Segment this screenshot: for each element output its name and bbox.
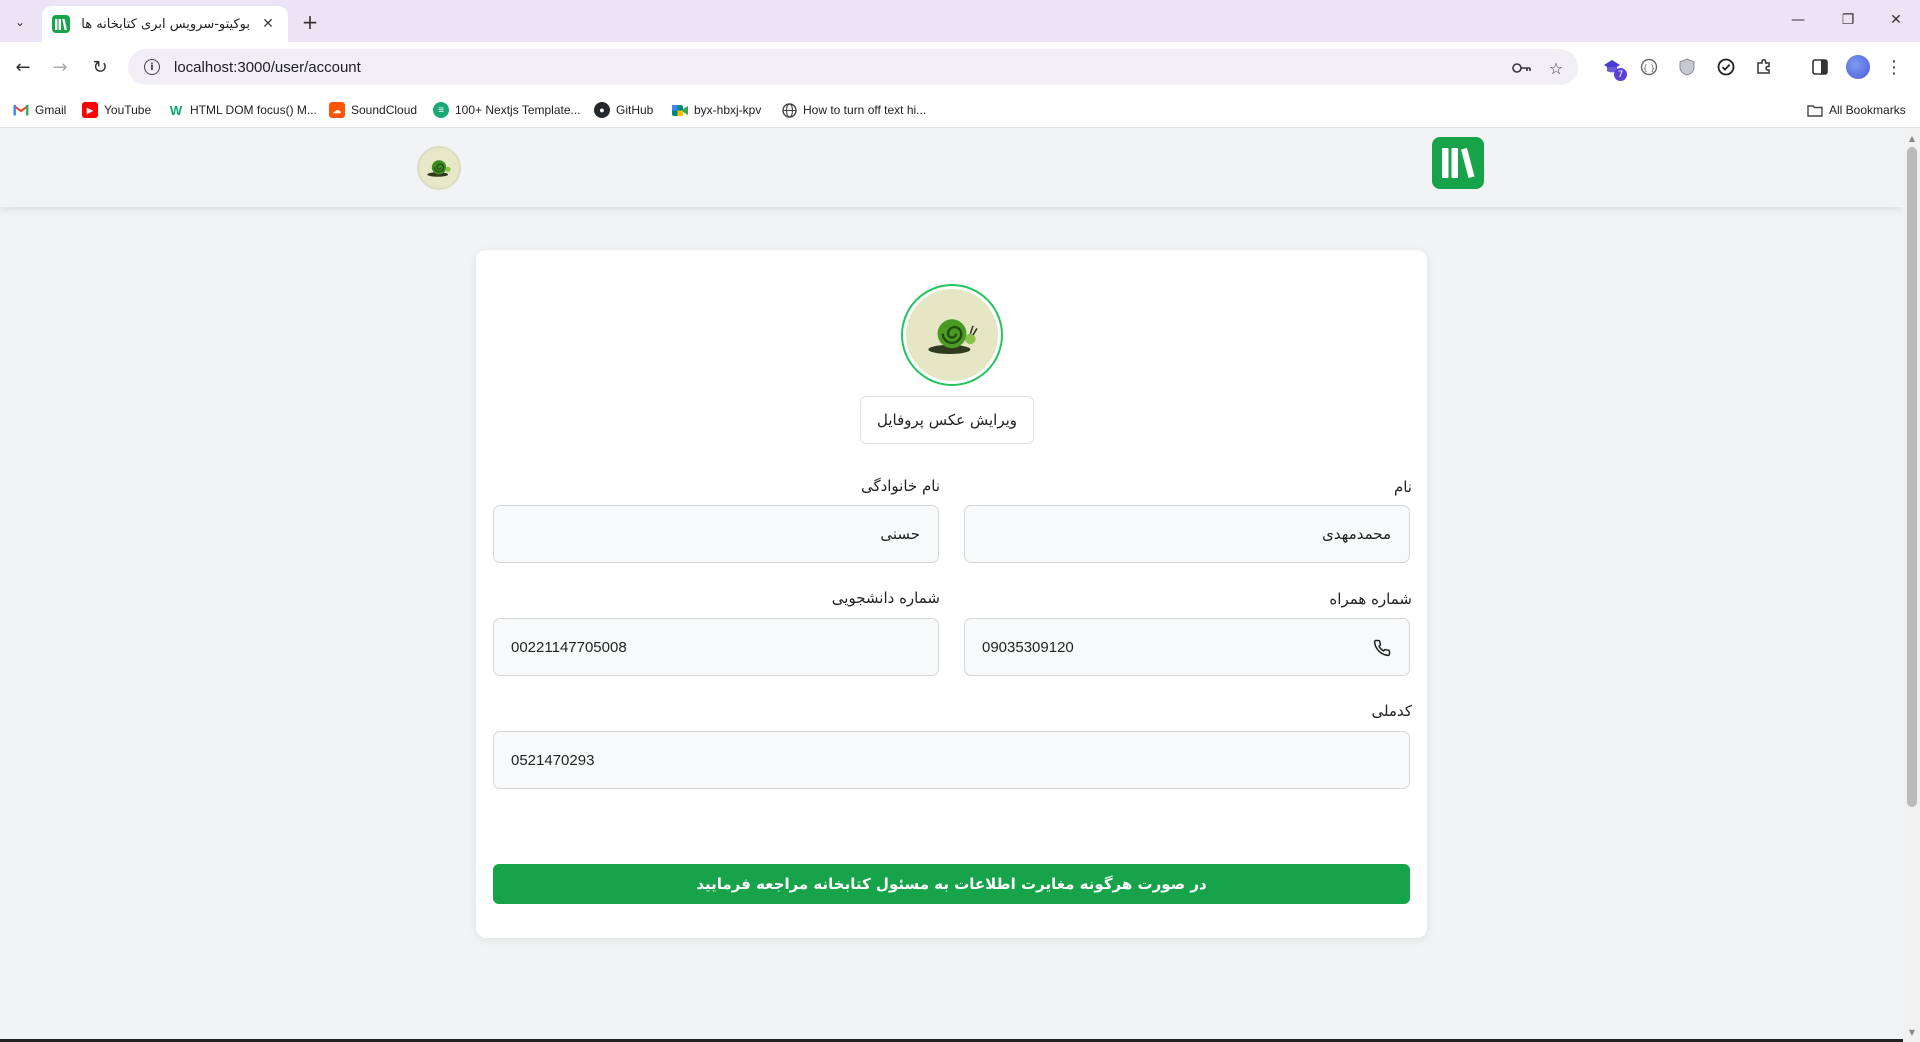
all-bookmarks[interactable]: All Bookmarks — [1807, 101, 1906, 119]
site-header — [0, 129, 1903, 207]
code-extension-icon[interactable]: { } — [1637, 55, 1661, 79]
bookmark-label: How to turn off text hi... — [803, 103, 927, 117]
shield-extension-icon[interactable] — [1675, 55, 1699, 79]
checkmark-extension-icon[interactable] — [1714, 55, 1738, 79]
restore-icon[interactable]: ❐ — [1836, 8, 1860, 32]
snail-icon — [427, 160, 451, 177]
scroll-down-icon[interactable]: ▼ — [1907, 1027, 1917, 1037]
last-name-field[interactable]: حسنی — [493, 505, 939, 563]
svg-text:{ }: { } — [1643, 64, 1656, 73]
github-icon: ● — [594, 102, 610, 118]
phone-value: 09035309120 — [982, 638, 1074, 656]
national-id-field[interactable]: 0521470293 — [493, 731, 1410, 789]
tab-strip: ⌄ بوکیتو-سرویس ابری کتابخانه های دانشگاه… — [0, 0, 1920, 42]
password-key-icon[interactable] — [1511, 57, 1533, 79]
page-viewport: ویرایش عکس پروفایل نام محمدمهدی نام خانو… — [0, 129, 1903, 1042]
first-name-field[interactable]: محمدمهدی — [964, 505, 1410, 563]
bookmark-label: All Bookmarks — [1829, 103, 1906, 117]
bookmark-w3schools[interactable]: W HTML DOM focus() M... — [168, 101, 317, 119]
tab-search-chevron-icon[interactable]: ⌄ — [8, 10, 32, 34]
back-arrow-icon[interactable]: ← — [11, 55, 35, 79]
extensions-puzzle-icon[interactable] — [1752, 55, 1776, 79]
address-bar[interactable]: i localhost:3000/user/account ☆ — [128, 49, 1578, 85]
library-books-icon — [1442, 148, 1475, 178]
student-id-field[interactable]: 00221147705008 — [493, 618, 939, 676]
bookmark-label: Gmail — [35, 103, 67, 117]
site-info-icon[interactable]: i — [144, 59, 160, 75]
extension-puzzle-badge-icon[interactable]: 7 — [1600, 55, 1627, 81]
more-menu-icon[interactable]: ⋮ — [1882, 55, 1906, 79]
forward-arrow-icon[interactable]: → — [48, 55, 72, 79]
bookmark-star-icon[interactable]: ☆ — [1545, 57, 1567, 79]
last-name-label: نام خانوادگی — [860, 477, 940, 495]
page-scrollbar[interactable]: ▲ ▼ — [1903, 129, 1920, 1042]
reload-icon[interactable]: ↻ — [88, 55, 112, 79]
bookmark-how-to[interactable]: How to turn off text hi... — [781, 101, 926, 119]
side-panel-icon[interactable] — [1808, 55, 1832, 79]
user-avatar[interactable] — [417, 146, 461, 190]
browser-tab[interactable]: بوکیتو-سرویس ابری کتابخانه های دانشگاه ✕ — [42, 6, 288, 42]
globe-icon — [781, 102, 797, 118]
extension-badge-count: 7 — [1614, 68, 1627, 81]
browser-toolbar: ← → ↻ i localhost:3000/user/account ☆ 7 … — [0, 42, 1920, 92]
student-id-label: شماره دانشجویی — [831, 589, 940, 607]
phone-field[interactable]: 09035309120 — [964, 618, 1410, 676]
close-window-icon[interactable]: ✕ — [1884, 8, 1908, 32]
soundcloud-icon: ☁ — [329, 102, 345, 118]
bookmark-meet[interactable]: byx-hbxj-kpv — [672, 101, 761, 119]
site-favicon-icon — [52, 15, 70, 33]
meet-icon — [672, 102, 688, 118]
bookmark-label: GitHub — [616, 103, 654, 117]
bookmark-label: YouTube — [104, 103, 152, 117]
youtube-icon: ▶ — [82, 102, 98, 118]
bookmark-gmail[interactable]: Gmail — [13, 101, 66, 119]
profile-avatar-icon[interactable] — [1846, 55, 1870, 79]
bookmark-label: 100+ Nextjs Template... — [455, 103, 581, 117]
bookmark-label: HTML DOM focus() M... — [190, 103, 317, 117]
brand-logo[interactable] — [1432, 137, 1484, 189]
scroll-thumb[interactable] — [1907, 147, 1917, 807]
phone-label: شماره همراه — [1329, 590, 1412, 608]
folder-icon — [1807, 102, 1823, 118]
bookmark-soundcloud[interactable]: ☁ SoundCloud — [329, 101, 417, 119]
gmail-icon — [13, 102, 29, 118]
bookmark-youtube[interactable]: ▶ YouTube — [82, 101, 151, 119]
contact-librarian-notice-button[interactable]: در صورت هرگونه مغایرت اطلاعات به مسئول ک… — [493, 864, 1410, 904]
url-text[interactable]: localhost:3000/user/account — [174, 59, 361, 76]
profile-photo — [901, 284, 1003, 386]
account-card: ویرایش عکس پروفایل نام محمدمهدی نام خانو… — [476, 250, 1427, 938]
national-id-label: کدملی — [1371, 702, 1412, 720]
template-icon: ≡ — [433, 102, 449, 118]
w3schools-icon: W — [169, 102, 183, 118]
bookmark-label: SoundCloud — [351, 103, 418, 117]
first-name-label: نام — [1393, 478, 1412, 496]
snail-icon — [928, 319, 978, 355]
close-tab-icon[interactable]: ✕ — [258, 14, 278, 34]
minimize-icon[interactable]: — — [1786, 8, 1810, 32]
tab-title: بوکیتو-سرویس ابری کتابخانه های دانشگاه — [80, 16, 250, 32]
phone-icon — [1371, 637, 1393, 659]
bookmark-label: byx-hbxj-kpv — [694, 103, 762, 117]
bookmark-github[interactable]: ● GitHub — [594, 101, 653, 119]
bookmark-nextjs-templates[interactable]: ≡ 100+ Nextjs Template... — [433, 101, 581, 119]
edit-profile-photo-button[interactable]: ویرایش عکس پروفایل — [860, 396, 1034, 444]
scroll-up-icon[interactable]: ▲ — [1907, 133, 1917, 143]
new-tab-icon[interactable]: + — [298, 10, 322, 34]
bookmarks-bar: Gmail ▶ YouTube W HTML DOM focus() M... … — [0, 92, 1920, 128]
